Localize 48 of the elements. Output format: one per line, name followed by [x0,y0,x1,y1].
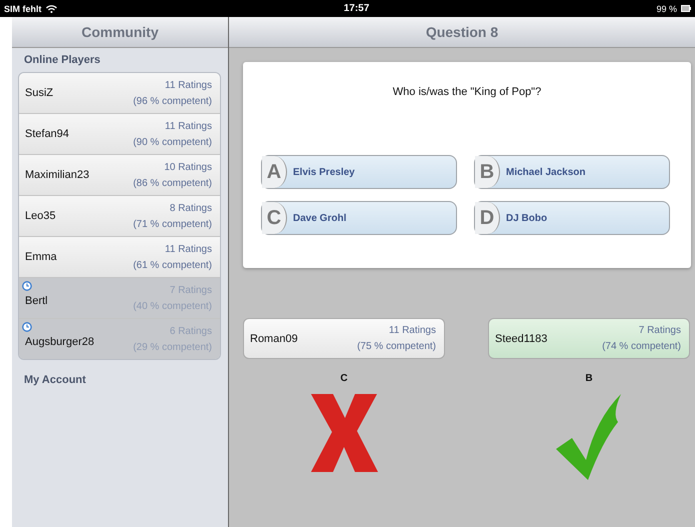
player-name: Leo35 [25,210,56,222]
player-name: Roman09 [250,332,298,344]
competence-label: (90 % competent) [133,136,212,148]
ratings-count: 11 Ratings [164,80,212,90]
answer-button[interactable]: C Dave Grohl [261,201,457,235]
player-name: Augsburger28 [25,335,94,348]
ratings-count: 11 Ratings [164,120,212,132]
answer-button[interactable]: A Elvis Presley [261,155,457,189]
ratings-count: 11 Ratings [164,244,212,254]
question-title: Question 8 [229,17,695,48]
player-name: Emma [25,251,57,263]
player-name: Stefan94 [25,128,70,140]
player-row[interactable]: Emma 11 Ratings (61 % competent) [19,237,220,278]
question-text: Who is/was the "King of Pop"? [392,86,542,100]
ratings-count: 8 Ratings [170,202,212,214]
cross-icon [310,394,378,472]
battery-icon [681,5,691,12]
competence-label: (75 % competent) [357,341,436,352]
competence-label: (61 % competent) [133,260,212,270]
player-row[interactable]: Leo35 8 Ratings (71 % competent) [19,196,220,237]
competence-label: (86 % competent) [133,178,212,188]
competence-label: (96 % competent) [133,96,212,106]
wifi-icon [46,4,56,12]
section-heading: Online Players [23,53,102,68]
competence-label: (71 % competent) [133,218,212,230]
section-heading: My Account [23,373,87,388]
clock-icon [22,281,32,291]
player-name: Steed1183 [495,332,548,344]
ratings-count: 11 Ratings [388,325,436,336]
check-icon [556,394,622,480]
player-name: Bertl [25,294,48,307]
carrier-label: SIM fehlt [4,4,42,14]
given-answer: B [585,373,593,384]
answer-button[interactable]: D DJ Bobo [474,201,670,235]
player-row[interactable]: Stefan94 11 Ratings (90 % competent) [19,114,220,155]
battery-label: 99 % [656,4,677,14]
player-row[interactable]: Maximilian23 10 Ratings (86 % competent) [19,155,220,196]
sidebar-title: Community [12,17,228,48]
clock-icon [22,322,32,332]
ratings-count: 7 Ratings [638,325,681,336]
competence-label: (74 % competent) [602,341,681,352]
answer-button[interactable]: B Michael Jackson [474,155,670,189]
given-answer: C [340,373,348,384]
ratings-count: 10 Ratings [164,162,212,172]
player-name: SusiZ [25,87,54,99]
player-name: Maximilian23 [25,169,90,181]
player-row[interactable]: SusiZ 11 Ratings (96 % competent) [19,73,220,114]
clock-label: 17:57 [342,3,370,14]
